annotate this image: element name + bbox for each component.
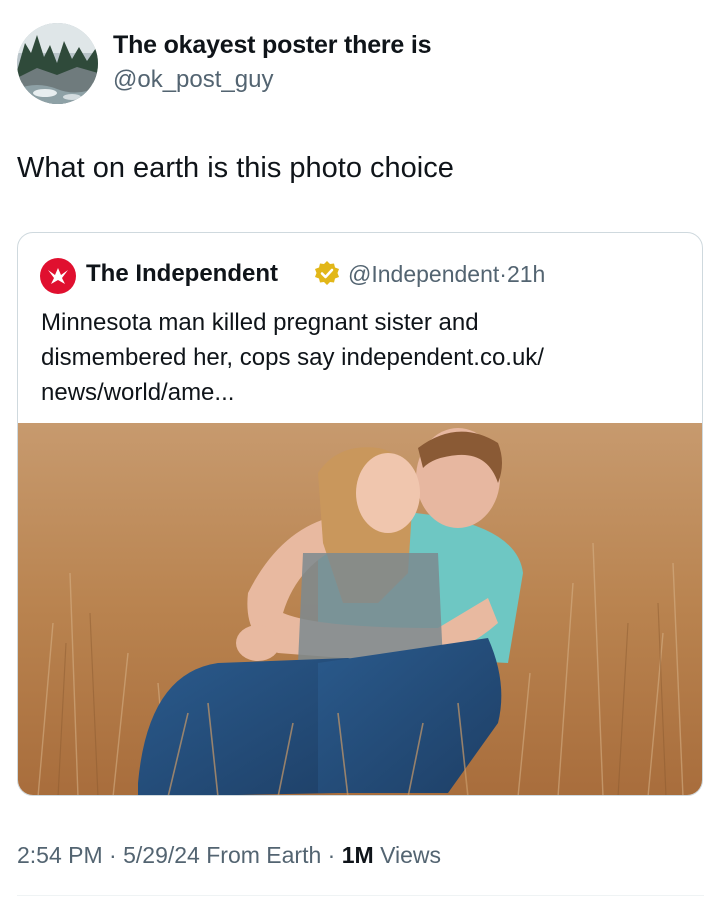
quoted-tweet-card[interactable]: The Independent @Independent·21h Minneso… <box>17 232 703 796</box>
post-date[interactable]: 5/29/24 <box>123 842 200 868</box>
tweet-text: What on earth is this photo choice <box>17 152 454 184</box>
verified-badge-icon <box>315 261 339 285</box>
author-avatar[interactable] <box>17 23 98 104</box>
author-handle[interactable]: @ok_post_guy <box>113 66 273 94</box>
quoted-time[interactable]: 21h <box>507 261 545 287</box>
quoted-text-line: Minnesota man killed pregnant sister and <box>41 309 479 336</box>
quoted-text-line[interactable]: news/world/ame... <box>41 375 681 410</box>
post-time[interactable]: 2:54 PM <box>17 842 103 868</box>
quoted-tweet-text: Minnesota man killed pregnant sister and… <box>41 305 681 410</box>
separator-dot: · <box>109 842 117 868</box>
couple-in-field-photo <box>18 423 702 795</box>
avatar-landscape-icon <box>17 23 98 104</box>
views-count[interactable]: 1M <box>342 842 374 868</box>
views-label[interactable]: Views <box>380 842 441 868</box>
tweet-meta: 2:54 PM · 5/29/24 From Earth · 1M Views <box>17 842 441 869</box>
quoted-text-line[interactable]: dismembered her, cops say independent.co… <box>41 340 681 375</box>
divider <box>17 895 704 896</box>
quoted-handle[interactable]: @Independent <box>348 261 499 287</box>
quoted-handle-line: @Independent·21h <box>348 261 545 288</box>
independent-eagle-icon[interactable] <box>40 258 76 294</box>
separator-dot: · <box>499 261 507 287</box>
tweet-detail: The okayest poster there is @ok_post_guy… <box>0 0 721 900</box>
quoted-tweet-photo[interactable] <box>18 423 702 795</box>
quoted-display-name[interactable]: The Independent <box>86 260 278 288</box>
separator-dot: · <box>327 842 336 868</box>
post-source: From Earth <box>206 842 322 868</box>
author-display-name[interactable]: The okayest poster there is <box>113 31 432 60</box>
